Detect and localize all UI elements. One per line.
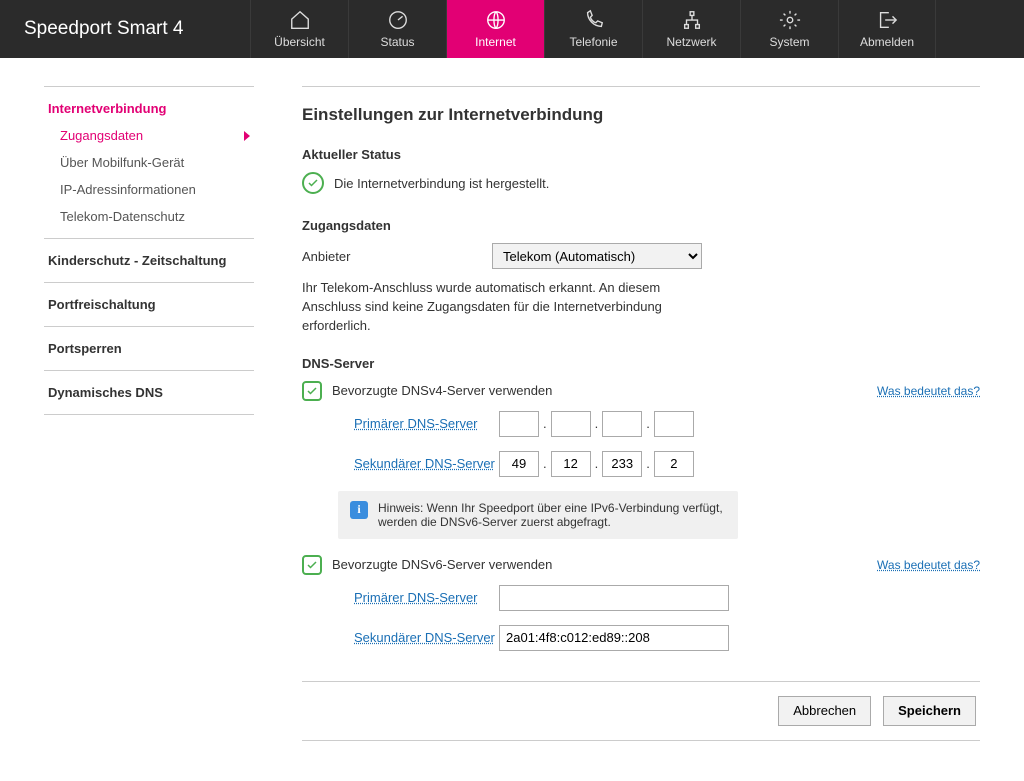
dnsv6-primary-input[interactable] (499, 585, 729, 611)
dnsv4-checkbox[interactable] (302, 381, 322, 401)
gear-icon (779, 9, 801, 31)
dnsv4-secondary-oct3[interactable] (602, 451, 642, 477)
dnsv4-help-link[interactable]: Was bedeutet das? (877, 384, 980, 398)
dnsv4-primary-oct4[interactable] (654, 411, 694, 437)
info-icon: i (350, 501, 368, 519)
nav-status[interactable]: Status (348, 0, 446, 58)
info-text: Hinweis: Wenn Ihr Speedport über eine IP… (378, 501, 726, 529)
nav-label: Übersicht (274, 35, 325, 49)
phone-icon (583, 9, 605, 31)
sidebar-item-zugangsdaten[interactable]: Zugangsdaten (44, 122, 254, 149)
nav-logout[interactable]: Abmelden (838, 0, 936, 58)
secondary-dnsv4-label[interactable]: Sekundärer DNS-Server (354, 456, 499, 471)
brand-title: Speedport Smart 4 (0, 0, 250, 58)
dnsv4-secondary-oct1[interactable] (499, 451, 539, 477)
sidebar-item-mobilfunk[interactable]: Über Mobilfunk-Gerät (44, 149, 254, 176)
nav-system[interactable]: System (740, 0, 838, 58)
network-icon (681, 9, 703, 31)
dnsv4-primary-oct3[interactable] (602, 411, 642, 437)
dnsv4-check-label: Bevorzugte DNSv4-Server verwenden (332, 383, 552, 398)
cancel-button[interactable]: Abbrechen (778, 696, 871, 726)
nav-overview[interactable]: Übersicht (250, 0, 348, 58)
primary-dnsv6-label[interactable]: Primärer DNS-Server (354, 590, 499, 605)
nav-label: Status (380, 35, 414, 49)
status-text: Die Internetverbindung ist hergestellt. (334, 176, 549, 191)
access-heading: Zugangsdaten (302, 218, 980, 233)
page-title: Einstellungen zur Internetverbindung (302, 105, 980, 125)
ipv6-info-box: i Hinweis: Wenn Ihr Speedport über eine … (338, 491, 738, 539)
logout-icon (876, 9, 898, 31)
nav-label: Abmelden (860, 35, 914, 49)
sidebar-item-portsperren[interactable]: Portsperren (44, 335, 254, 362)
provider-label: Anbieter (302, 249, 492, 264)
gauge-icon (387, 9, 409, 31)
main-content: Einstellungen zur Internetverbindung Akt… (302, 86, 980, 741)
dnsv6-secondary-input[interactable] (499, 625, 729, 651)
nav-internet[interactable]: Internet (446, 0, 544, 58)
globe-icon (485, 9, 507, 31)
dnsv6-help-link[interactable]: Was bedeutet das? (877, 558, 980, 572)
dnsv4-primary-oct2[interactable] (551, 411, 591, 437)
nav-netzwerk[interactable]: Netzwerk (642, 0, 740, 58)
nav-label: Telefonie (569, 35, 617, 49)
sidebar-item-kinderschutz[interactable]: Kinderschutz - Zeitschaltung (44, 247, 254, 274)
primary-dnsv4-label[interactable]: Primärer DNS-Server (354, 416, 499, 431)
sidebar-item-datenschutz[interactable]: Telekom-Datenschutz (44, 203, 254, 230)
secondary-dnsv6-label[interactable]: Sekundärer DNS-Server (354, 630, 499, 645)
dnsv6-check-label: Bevorzugte DNSv6-Server verwenden (332, 557, 552, 572)
auto-detect-note: Ihr Telekom-Anschluss wurde automatisch … (302, 279, 722, 336)
nav-telefonie[interactable]: Telefonie (544, 0, 642, 58)
save-button[interactable]: Speichern (883, 696, 976, 726)
sidebar-item-ipadress[interactable]: IP-Adressinformationen (44, 176, 254, 203)
home-icon (289, 9, 311, 31)
dnsv4-secondary-oct2[interactable] (551, 451, 591, 477)
provider-select[interactable]: Telekom (Automatisch) (492, 243, 702, 269)
status-heading: Aktueller Status (302, 147, 980, 162)
sidebar: Internetverbindung Zugangsdaten Über Mob… (44, 86, 254, 741)
nav-label: Internet (475, 35, 516, 49)
dnsv6-checkbox[interactable] (302, 555, 322, 575)
dns-heading: DNS-Server (302, 356, 980, 371)
check-circle-icon (302, 172, 324, 194)
dnsv4-primary-oct1[interactable] (499, 411, 539, 437)
top-nav: Speedport Smart 4 Übersicht Status Inter… (0, 0, 1024, 58)
nav-label: Netzwerk (666, 35, 716, 49)
dnsv4-secondary-oct4[interactable] (654, 451, 694, 477)
sidebar-head-internetverbindung[interactable]: Internetverbindung (44, 95, 254, 122)
nav-label: System (769, 35, 809, 49)
sidebar-item-dyndns[interactable]: Dynamisches DNS (44, 379, 254, 406)
sidebar-item-portfreischaltung[interactable]: Portfreischaltung (44, 291, 254, 318)
